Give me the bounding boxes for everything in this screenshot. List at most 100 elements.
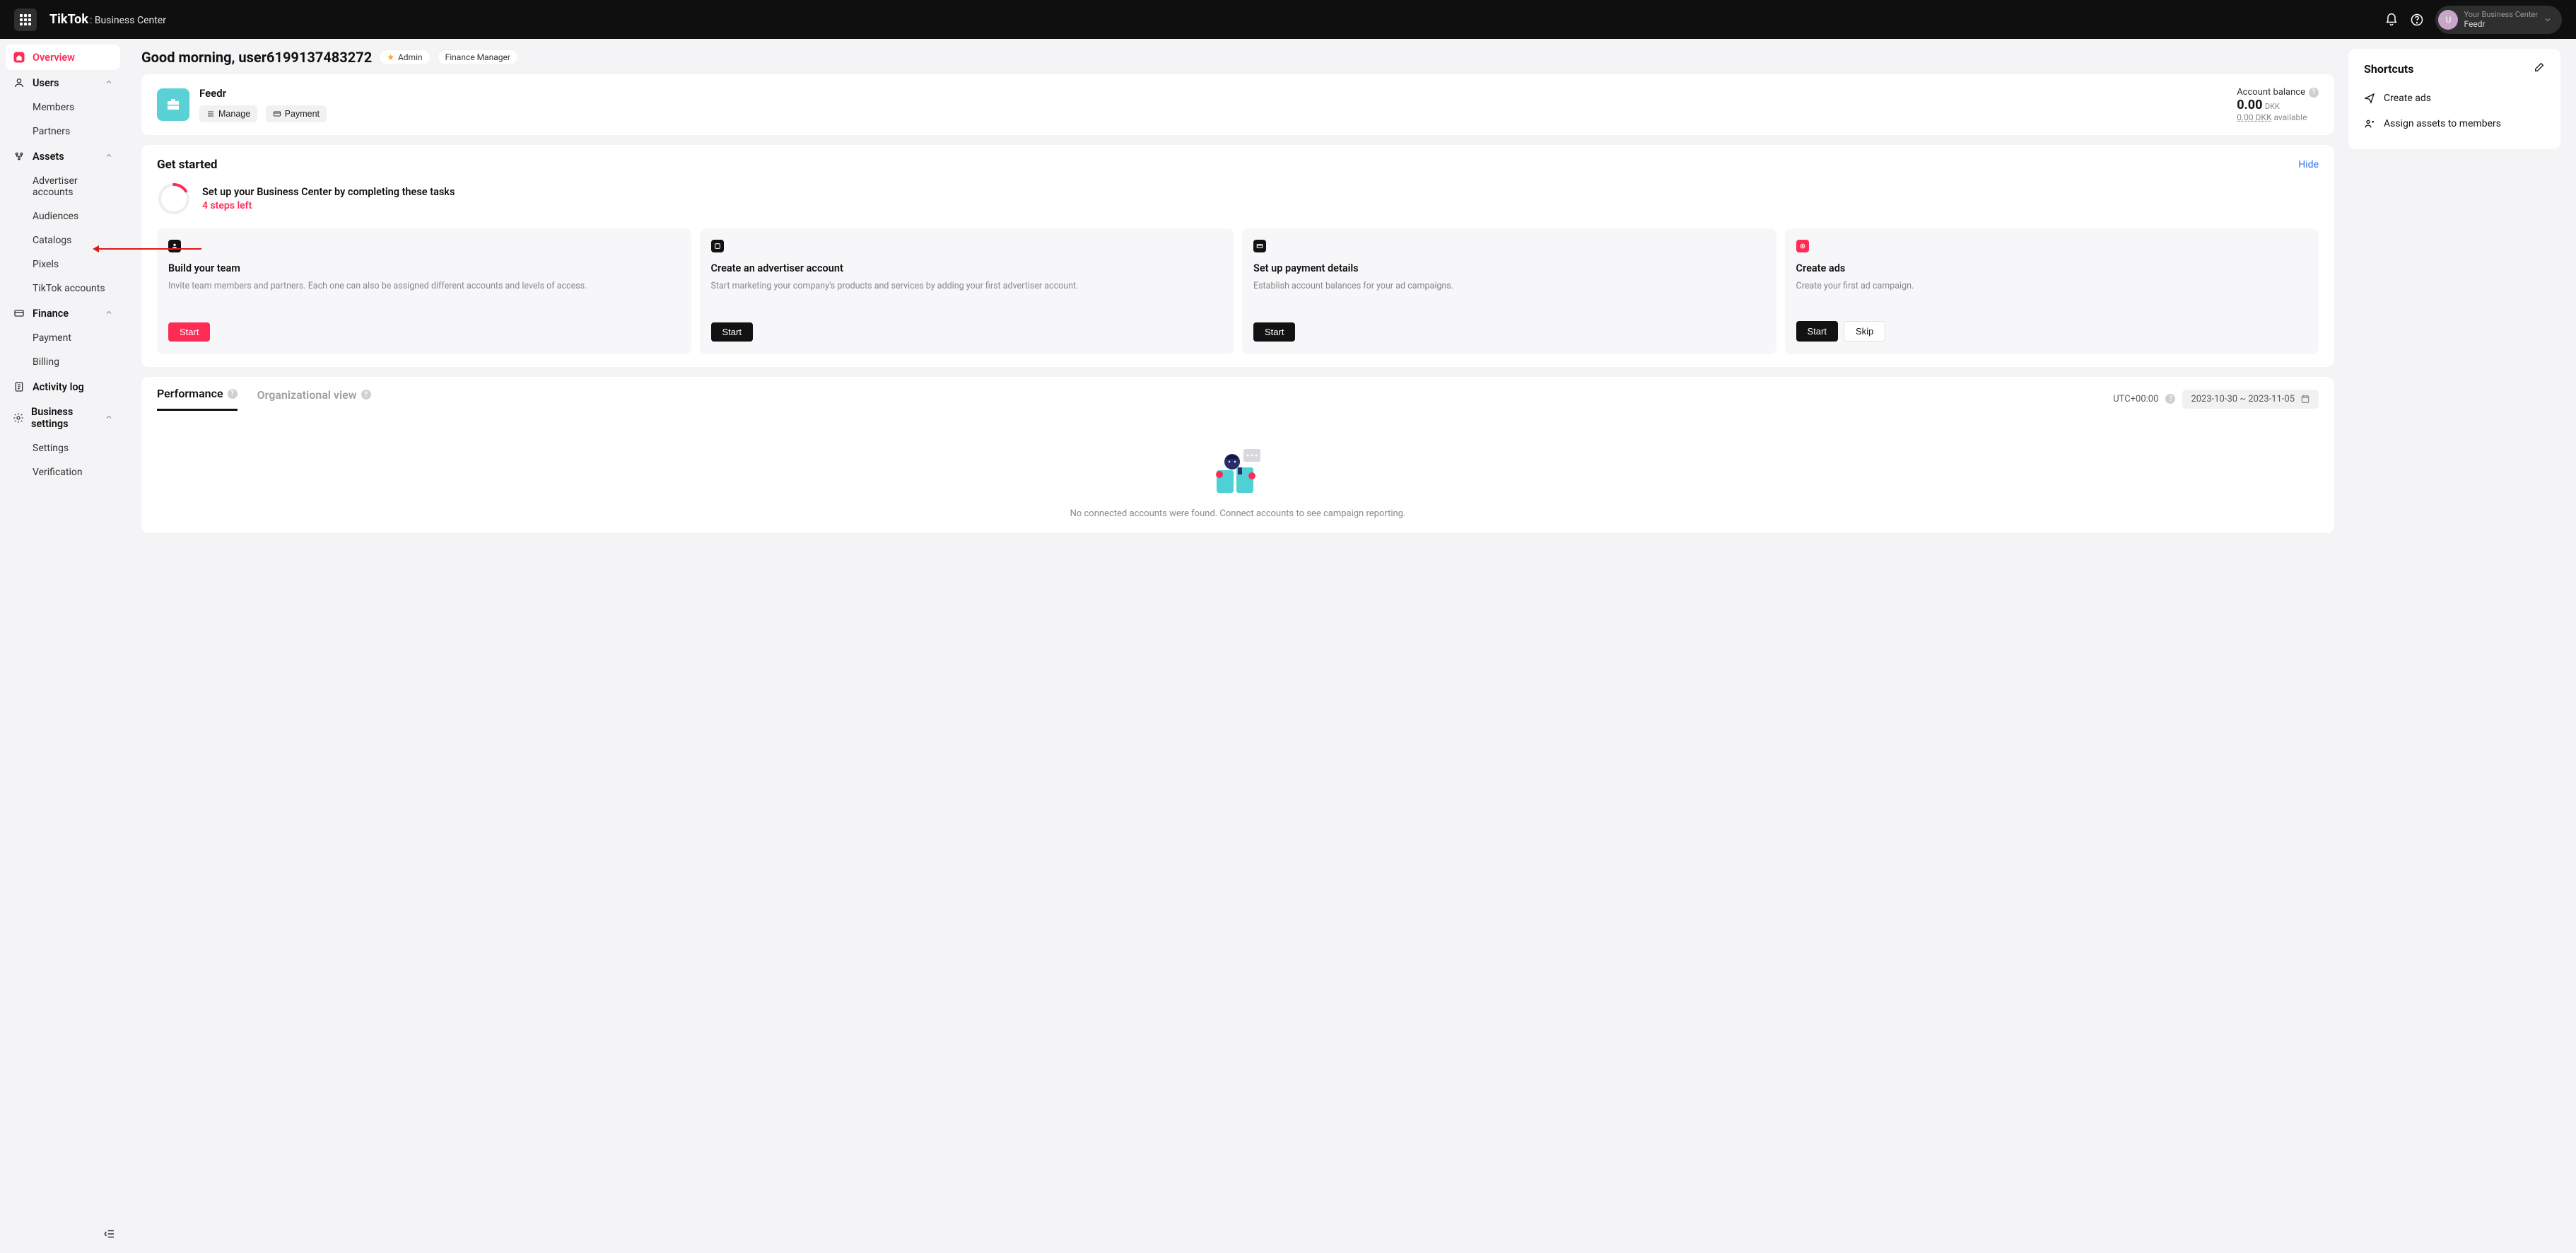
sidebar-item-assets[interactable]: Assets bbox=[6, 144, 120, 169]
briefcase-icon bbox=[165, 96, 182, 113]
help-icon[interactable]: ? bbox=[2309, 88, 2319, 98]
hide-link[interactable]: Hide bbox=[2298, 159, 2319, 170]
home-icon bbox=[13, 51, 25, 64]
brand-name: TikTok bbox=[49, 12, 88, 27]
help-icon[interactable]: ? bbox=[2165, 394, 2175, 404]
task-advertiser-account: Create an advertiser account Start marke… bbox=[700, 228, 1234, 354]
edit-shortcuts-button[interactable] bbox=[2534, 62, 2545, 76]
notifications-button[interactable] bbox=[2379, 7, 2404, 33]
date-range-picker[interactable]: 2023-10-30 ~ 2023-11-05 bbox=[2182, 390, 2319, 409]
apps-grid-icon bbox=[20, 14, 31, 25]
start-button[interactable]: Start bbox=[168, 322, 210, 342]
help-icon[interactable]: ? bbox=[361, 390, 371, 400]
start-button[interactable]: Start bbox=[711, 322, 753, 342]
steps-left: 4 steps left bbox=[202, 200, 455, 211]
shortcut-assign-assets[interactable]: Assign assets to members bbox=[2364, 111, 2545, 136]
chevron-down-icon bbox=[2543, 16, 2552, 24]
task-title: Create ads bbox=[1796, 262, 2308, 276]
sidebar-item-overview[interactable]: Overview bbox=[6, 45, 120, 70]
account-name: Feedr bbox=[2464, 19, 2538, 29]
task-desc: Invite team members and partners. Each o… bbox=[168, 280, 680, 314]
chevron-up-icon bbox=[105, 77, 113, 89]
skip-button[interactable]: Skip bbox=[1844, 321, 1885, 342]
wallet-icon bbox=[1253, 240, 1266, 252]
team-icon bbox=[168, 240, 181, 252]
annotation-arrow bbox=[95, 248, 201, 250]
task-build-team: Build your team Invite team members and … bbox=[157, 228, 691, 354]
collapse-sidebar-button[interactable] bbox=[103, 1228, 116, 1243]
account-switcher[interactable]: U Your Business Center Feedr bbox=[2435, 6, 2562, 34]
sidebar-item-payment[interactable]: Payment bbox=[6, 326, 120, 350]
chevron-up-icon bbox=[105, 151, 113, 163]
account-label: Your Business Center bbox=[2464, 10, 2538, 19]
shortcuts-card: Shortcuts Create ads Assign assets to me… bbox=[2348, 49, 2560, 149]
task-desc: Start marketing your company's products … bbox=[711, 280, 1223, 314]
sidebar-item-activity-log[interactable]: Activity log bbox=[6, 374, 120, 400]
sidebar-item-finance[interactable]: Finance bbox=[6, 301, 120, 326]
sidebar: Overview Users Members Partners Assets A… bbox=[0, 39, 126, 1253]
assets-icon bbox=[13, 150, 25, 163]
target-icon bbox=[1796, 240, 1809, 252]
sidebar-item-members[interactable]: Members bbox=[6, 95, 120, 120]
tab-performance[interactable]: Performance ? bbox=[157, 387, 238, 411]
send-icon bbox=[2364, 93, 2375, 104]
account-icon bbox=[711, 240, 724, 252]
payment-button[interactable]: Payment bbox=[266, 105, 327, 122]
sidebar-item-billing[interactable]: Billing bbox=[6, 350, 120, 374]
chevron-up-icon bbox=[105, 412, 113, 424]
role-badge: Finance Manager bbox=[438, 49, 518, 65]
org-card: Feedr Manage Payment bbox=[141, 74, 2334, 135]
setup-text: Set up your Business Center by completin… bbox=[202, 186, 455, 198]
calendar-icon bbox=[2300, 394, 2310, 404]
card-icon bbox=[273, 110, 281, 118]
task-title: Create an advertiser account bbox=[711, 262, 1223, 276]
manage-button[interactable]: Manage bbox=[199, 105, 257, 122]
performance-card: Performance ? Organizational view ? UTC+… bbox=[141, 377, 2334, 533]
settings-icon bbox=[13, 412, 24, 424]
sidebar-item-verification[interactable]: Verification bbox=[6, 460, 120, 484]
balance-box: Account balance ? 0.00 DKK 0.00 DKK avai… bbox=[2237, 87, 2319, 122]
progress-ring-icon bbox=[157, 182, 191, 216]
sidebar-item-advertiser-accounts[interactable]: Advertiser accounts bbox=[6, 169, 120, 204]
task-payment-details: Set up payment details Establish account… bbox=[1242, 228, 1776, 354]
assign-icon bbox=[2364, 118, 2375, 129]
sidebar-item-tiktok-accounts[interactable]: TikTok accounts bbox=[6, 276, 120, 301]
get-started-title: Get started bbox=[157, 158, 217, 172]
apps-menu-button[interactable] bbox=[14, 8, 37, 31]
admin-badge: ★Admin bbox=[379, 49, 430, 65]
brand-sub: : Business Center bbox=[90, 15, 166, 26]
bell-icon bbox=[2384, 13, 2399, 27]
shortcuts-title: Shortcuts bbox=[2364, 62, 2413, 76]
empty-illustration bbox=[1210, 446, 1266, 496]
sidebar-item-users[interactable]: Users bbox=[6, 70, 120, 95]
help-icon[interactable]: ? bbox=[228, 389, 238, 399]
help-button[interactable] bbox=[2404, 7, 2430, 33]
star-icon: ★ bbox=[387, 52, 394, 62]
org-logo bbox=[157, 88, 189, 121]
user-icon bbox=[13, 76, 25, 89]
task-title: Set up payment details bbox=[1253, 262, 1765, 276]
start-button[interactable]: Start bbox=[1253, 322, 1295, 342]
task-desc: Create your first ad campaign. bbox=[1796, 280, 2308, 313]
list-icon bbox=[206, 110, 215, 118]
sidebar-item-business-settings[interactable]: Business settings bbox=[6, 400, 120, 436]
sidebar-item-pixels[interactable]: Pixels bbox=[6, 252, 120, 276]
task-title: Build your team bbox=[168, 262, 680, 276]
available-label: available bbox=[2273, 112, 2307, 122]
available-amount: 0.00 DKK bbox=[2237, 112, 2271, 122]
balance-label: Account balance bbox=[2237, 87, 2305, 98]
finance-icon bbox=[13, 307, 25, 320]
sidebar-item-audiences[interactable]: Audiences bbox=[6, 204, 120, 228]
chevron-up-icon bbox=[105, 308, 113, 320]
collapse-icon bbox=[103, 1228, 116, 1240]
sidebar-item-partners[interactable]: Partners bbox=[6, 120, 120, 144]
tab-organizational[interactable]: Organizational view ? bbox=[257, 387, 371, 411]
start-button[interactable]: Start bbox=[1796, 321, 1838, 342]
balance-amount: 0.00 bbox=[2237, 98, 2262, 112]
shortcut-create-ads[interactable]: Create ads bbox=[2364, 86, 2545, 111]
empty-state-text: No connected accounts were found. Connec… bbox=[156, 508, 2320, 519]
greeting-row: Good morning, user6199137483272 ★Admin F… bbox=[141, 49, 2334, 66]
greeting-text: Good morning, user6199137483272 bbox=[141, 49, 372, 66]
sidebar-item-settings[interactable]: Settings bbox=[6, 436, 120, 460]
brand-logo: TikTok : Business Center bbox=[49, 12, 166, 27]
